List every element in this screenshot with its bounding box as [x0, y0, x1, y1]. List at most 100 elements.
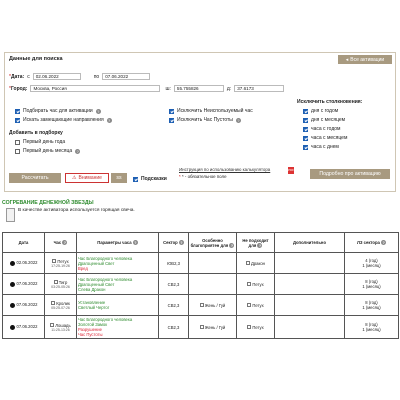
exclude-title: Исключить столкновения:: [297, 99, 363, 105]
day-month-checkbox[interactable]: [303, 117, 308, 123]
exclude-void-label: Исключить Час Пустоты: [177, 117, 233, 123]
help-icon[interactable]: ?: [106, 117, 112, 123]
hour-day-label: часа с днем: [311, 144, 339, 150]
animal-icon: [51, 301, 56, 306]
help-icon[interactable]: ?: [75, 148, 81, 154]
help-icon[interactable]: ?: [229, 242, 235, 248]
replace-dir-checkbox[interactable]: [15, 117, 20, 123]
exclude-void-checkbox[interactable]: [169, 117, 174, 123]
exclude-row-1[interactable]: дня с годом: [303, 108, 338, 114]
moon-icon: [9, 302, 15, 308]
col-sector: Сектор ?: [158, 232, 189, 253]
element-icon: [199, 303, 204, 308]
first-day-year-checkbox[interactable]: [15, 139, 20, 145]
day-year-label: дня с годом: [311, 108, 339, 114]
exclude-unused-label: Исключить Неиспользуемый час: [177, 108, 253, 114]
all-activations-label: Все активации: [350, 56, 385, 63]
city-input[interactable]: Москва, Россия: [30, 85, 161, 92]
match-hour-checkbox[interactable]: [15, 108, 20, 114]
col-date: Дата: [2, 232, 45, 253]
city-label: Город:: [10, 85, 28, 92]
warning-label: Внимание: [78, 175, 102, 181]
date-to-input[interactable]: 07.06.2022: [102, 73, 151, 80]
col-hour: Час ?: [44, 232, 77, 253]
exclude-row-2[interactable]: дня с месяцем: [303, 117, 345, 123]
date-label: Дата:: [10, 73, 25, 80]
arrow-left-icon: ◂: [345, 56, 349, 63]
activator-note-text: В качестве активатора используется горящ…: [18, 208, 135, 213]
hints-label: Подсказки: [141, 176, 167, 182]
exclude-row-5[interactable]: часа с днем: [303, 144, 339, 150]
help-icon[interactable]: ?: [132, 240, 138, 245]
instruction-link[interactable]: Инструкция по использованию калькулятора: [179, 167, 270, 172]
col-params: Параметры часа ?: [76, 232, 159, 253]
required-note: * - обязательное поле: [181, 174, 227, 179]
calculate-button[interactable]: Рассчитать: [9, 173, 61, 183]
search-panel: Данные для поиска ◂ Все активации *Дата:…: [4, 52, 396, 192]
hints-checkbox[interactable]: [133, 176, 138, 182]
lat-input[interactable]: 55.755826: [173, 85, 224, 92]
exclude-unused-checkbox[interactable]: [169, 108, 174, 114]
col-bad: Не подходит для ?: [236, 232, 275, 253]
first-day-month-checkbox[interactable]: [15, 148, 20, 154]
hour-year-label: часа с годом: [311, 126, 341, 132]
replace-dir-label: Искать замещающие направления: [23, 117, 104, 123]
element-icon: [199, 325, 204, 330]
moon-icon: [9, 260, 15, 266]
add-row-1[interactable]: Первый день года: [15, 139, 65, 145]
help-icon[interactable]: ?: [235, 117, 241, 123]
activator-note: В качестве активатора используется горящ…: [6, 208, 135, 222]
help-icon[interactable]: ?: [381, 240, 387, 245]
all-activations-button[interactable]: ◂ Все активации: [338, 55, 392, 64]
day-year-checkbox[interactable]: [303, 108, 308, 114]
hour-month-label: часа с месяцем: [311, 135, 348, 141]
table-row: 07.06.2022 Тигр 03:25-05:26 Час Благородн…: [2, 273, 399, 295]
hints-row[interactable]: Подсказки: [133, 176, 167, 182]
moon-icon: [9, 324, 15, 330]
day-month-label: дня с месяцем: [311, 117, 346, 123]
animal-icon: [50, 323, 55, 328]
table-row: 07.06.2022 Лошадь 11:25-13:26 Час Благоро…: [2, 315, 399, 339]
lon-input[interactable]: 37.6173: [234, 85, 285, 92]
opt-row-2[interactable]: Искать замещающие направления ?: [15, 117, 112, 123]
warning-icon: ⚠: [72, 175, 77, 181]
opt2-row-1[interactable]: Исключить Неиспользуемый час: [169, 108, 253, 114]
panel-title: Данные для поиска: [9, 56, 63, 62]
add-row-2[interactable]: Первый день месяца ?: [15, 148, 81, 154]
add-title: Добавить в подборку: [9, 130, 63, 136]
hour-year-checkbox[interactable]: [303, 126, 308, 132]
exclude-row-4[interactable]: часа с месяцем: [303, 135, 347, 141]
table-header: Дата Час ? Параметры часа ? Сектор ? Осо…: [2, 232, 399, 253]
help-icon[interactable]: ?: [257, 242, 263, 248]
col-lz: ЛЗ сектора ?: [344, 232, 399, 253]
first-day-year-label: Первый день года: [23, 139, 66, 145]
candle-icon: [6, 208, 15, 222]
moon-icon: [9, 281, 15, 287]
hour-month-checkbox[interactable]: [303, 135, 308, 141]
date-from-prefix: с: [27, 73, 30, 80]
date-from-input[interactable]: 02.06.2022: [32, 73, 81, 80]
city-row: *Город: Москва, Россия ш: 55.755826 д: 3…: [9, 85, 285, 92]
table-row: 07.06.2022 Кролик 05:25-07:26 Установлени…: [2, 294, 399, 316]
results-table: Дата Час ? Параметры часа ? Сектор ? Осо…: [2, 232, 399, 339]
help-icon[interactable]: ?: [95, 108, 101, 114]
opt2-row-2[interactable]: Исключить Час Пустоты ?: [169, 117, 241, 123]
lat-label: ш:: [165, 85, 171, 92]
col-extra: Дополнительно: [274, 232, 345, 253]
help-icon[interactable]: ?: [178, 240, 184, 245]
animal-icon: [52, 259, 57, 264]
exclude-row-3[interactable]: часа с годом: [303, 126, 340, 132]
hour-day-checkbox[interactable]: [303, 144, 308, 150]
help-icon[interactable]: ?: [62, 240, 68, 245]
section-title: СОГРЕВАНИЕ ДЕНЕЖНОЙ ЗВЕЗДЫ: [2, 200, 94, 206]
details-button[interactable]: Подробно про активацию: [310, 169, 390, 179]
animal-icon: [53, 280, 58, 285]
col-good: Особенно благоприятен для ?: [188, 232, 237, 253]
warning-button[interactable]: ⚠ Внимание: [65, 173, 109, 183]
opt-row-1[interactable]: Подбирать час для активации ?: [15, 108, 101, 114]
warn-select[interactable]: ss: [111, 173, 127, 183]
animal-icon: [247, 325, 252, 330]
animal-icon: [247, 303, 252, 308]
pdf-icon[interactable]: PDF: [288, 167, 294, 174]
instruction-block: Инструкция по использованию калькулятора…: [179, 167, 271, 179]
